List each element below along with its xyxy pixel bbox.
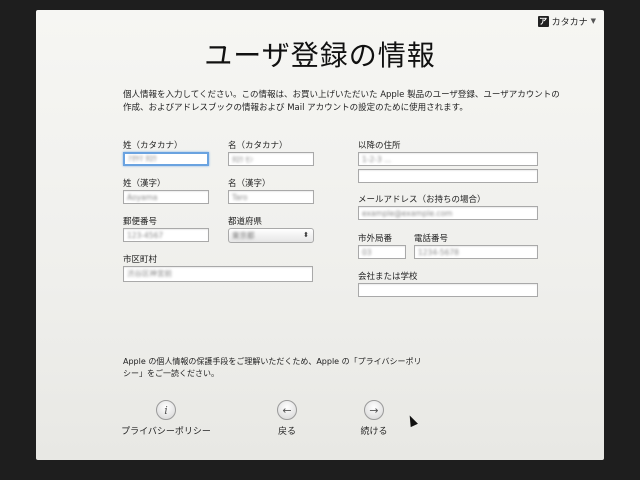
input-menu-label: カタカナ: [551, 17, 588, 28]
mouse-cursor-icon: [406, 413, 418, 428]
privacy-policy-button[interactable]: i プライバシーポリシー: [118, 400, 214, 437]
street-address-field: 以降の住所 1-2-3 ...: [358, 140, 538, 183]
street-address-input-2[interactable]: [358, 169, 538, 183]
email-field: メールアドレス（お持ちの場合） example@example.com: [358, 194, 538, 220]
first-name-kana-label: 名（カタカナ）: [228, 141, 288, 151]
input-menu[interactable]: ア カタカナ ▼: [537, 13, 596, 29]
company-label: 会社または学校: [358, 272, 418, 282]
phone-label: 電話番号: [414, 234, 449, 244]
area-code-label: 市外局番: [358, 234, 393, 244]
last-name-kana-field: 姓（カタカナ） ｱｵﾔﾏ ﾀﾛｳ: [123, 140, 209, 166]
last-name-kanji-input[interactable]: Aoyama: [123, 190, 209, 204]
company-field: 会社または学校: [358, 271, 538, 297]
street-address-label: 以降の住所: [358, 141, 401, 151]
city-input[interactable]: 渋谷区神宮前: [123, 266, 313, 282]
continue-label: 続ける: [360, 427, 388, 437]
select-arrows-icon: ⬍: [303, 231, 309, 239]
first-name-kana-input[interactable]: ﾀﾛｳ ｾﾝ: [228, 152, 314, 166]
postal-code-field: 郵便番号 123-4567: [123, 216, 209, 242]
postal-code-input[interactable]: 123-4567: [123, 228, 209, 242]
back-label: 戻る: [277, 427, 296, 437]
company-input[interactable]: [358, 283, 538, 297]
last-name-kanji-field: 姓（漢字） Aoyama: [123, 178, 209, 204]
intro-text: 個人情報を入力してください。この情報は、お買い上げいただいた Apple 製品の…: [123, 90, 560, 113]
prefecture-field: 都道府県 東京都 ⬍: [228, 216, 314, 243]
privacy-policy-label: プライバシーポリシー: [121, 427, 211, 437]
info-icon: i: [156, 400, 176, 420]
last-name-kana-label: 姓（カタカナ）: [123, 141, 183, 151]
katakana-input-icon: ア: [537, 15, 549, 27]
back-arrow-icon: ←: [277, 400, 297, 420]
chevron-down-icon: ▼: [590, 17, 596, 25]
forward-arrow-icon: →: [364, 400, 384, 420]
privacy-note: Apple の個人情報の保護手段をご理解いただくため、Apple の「プライバシ…: [123, 357, 422, 378]
phone-input[interactable]: 1234-5678: [414, 245, 538, 259]
email-label: メールアドレス（お持ちの場合）: [358, 195, 486, 205]
first-name-kanji-input[interactable]: Taro: [228, 190, 314, 204]
setup-assistant-window: ア カタカナ ▼ ユーザ登録の情報 個人情報を入力してください。この情報は、お買…: [36, 10, 604, 460]
first-name-kana-field: 名（カタカナ） ﾀﾛｳ ｾﾝ: [228, 140, 314, 166]
phone-field: 電話番号 1234-5678: [414, 233, 538, 259]
back-button[interactable]: ← 戻る: [262, 400, 312, 437]
continue-button[interactable]: → 続ける: [349, 400, 399, 437]
prefecture-select[interactable]: 東京都 ⬍: [228, 228, 314, 243]
postal-code-label: 郵便番号: [123, 217, 158, 227]
first-name-kanji-field: 名（漢字） Taro: [228, 178, 314, 204]
page-title: ユーザ登録の情報: [204, 39, 436, 72]
city-field: 市区町村 渋谷区神宮前: [123, 254, 313, 282]
email-input[interactable]: example@example.com: [358, 206, 538, 220]
area-code-field: 市外局番 03: [358, 233, 406, 259]
street-address-input-1[interactable]: 1-2-3 ...: [358, 152, 538, 166]
city-label: 市区町村: [123, 255, 158, 265]
last-name-kana-input[interactable]: ｱｵﾔﾏ ﾀﾛｳ: [123, 152, 209, 166]
last-name-kanji-label: 姓（漢字）: [123, 179, 166, 189]
area-code-input[interactable]: 03: [358, 245, 406, 259]
first-name-kanji-label: 名（漢字）: [228, 179, 271, 189]
prefecture-label: 都道府県: [228, 217, 263, 227]
